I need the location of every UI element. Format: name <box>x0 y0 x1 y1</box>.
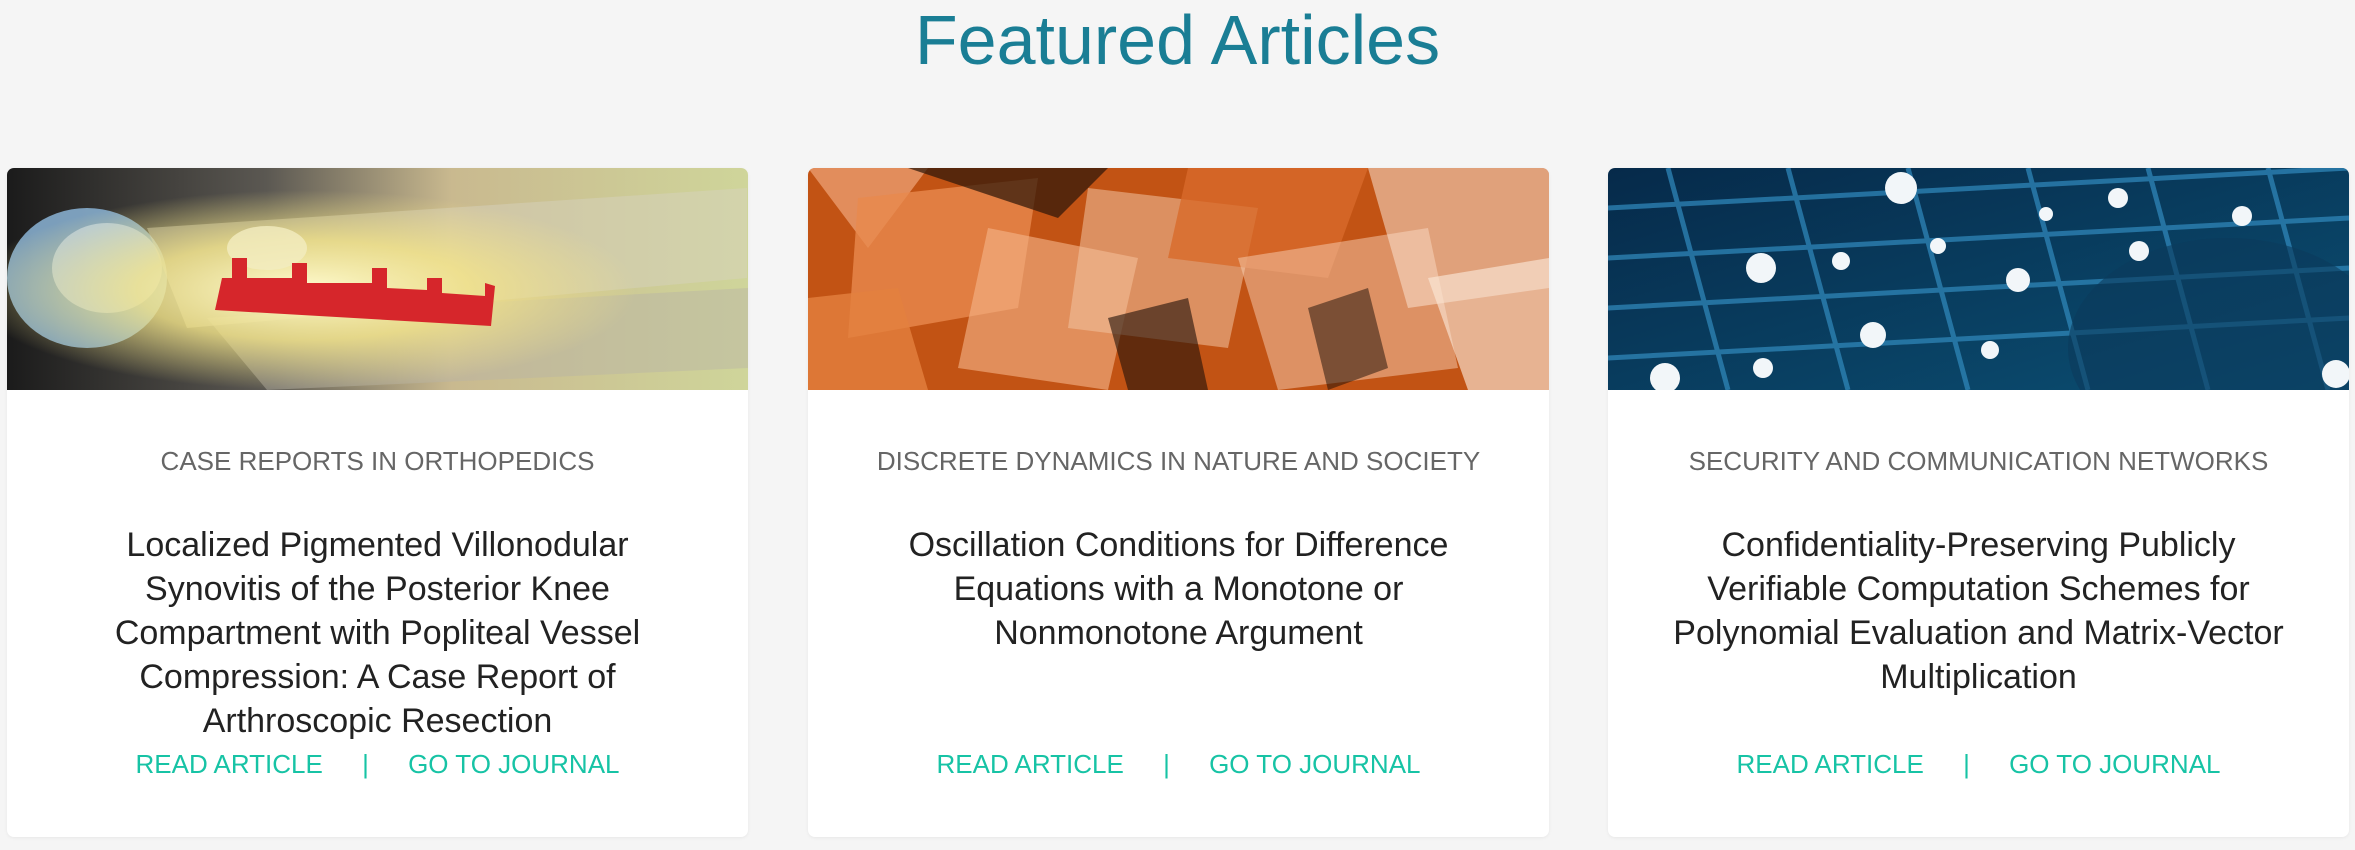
link-separator: | <box>1163 749 1170 779</box>
read-article-link[interactable]: READ ARTICLE <box>936 749 1123 779</box>
journal-name: CASE REPORTS IN ORTHOPEDICS <box>160 446 595 476</box>
article-card: DISCRETE DYNAMICS IN NATURE AND SOCIETY … <box>808 168 1549 837</box>
journal-name: DISCRETE DYNAMICS IN NATURE AND SOCIETY <box>876 446 1481 476</box>
card-actions: READ ARTICLE | GO TO JOURNAL <box>808 748 1549 780</box>
article-title[interactable]: Confidentiality-Preserving Publicly Veri… <box>1658 523 2299 699</box>
go-to-journal-link[interactable]: GO TO JOURNAL <box>1209 749 1420 779</box>
article-title[interactable]: Oscillation Conditions for Difference Eq… <box>858 523 1499 655</box>
section-title: Featured Articles <box>914 1 1441 79</box>
link-separator: | <box>362 749 369 779</box>
go-to-journal-link[interactable]: GO TO JOURNAL <box>408 749 619 779</box>
card-actions: READ ARTICLE | GO TO JOURNAL <box>7 748 748 780</box>
go-to-journal-link[interactable]: GO TO JOURNAL <box>2009 749 2220 779</box>
read-article-link[interactable]: READ ARTICLE <box>135 749 322 779</box>
journal-name: SECURITY AND COMMUNICATION NETWORKS <box>1688 446 2269 476</box>
card-actions: READ ARTICLE | GO TO JOURNAL <box>1608 748 2349 780</box>
article-title[interactable]: Localized Pigmented Villonodular Synovit… <box>57 523 698 743</box>
article-image-xray-hand[interactable] <box>7 168 748 390</box>
article-image-orange-crystals[interactable] <box>808 168 1549 390</box>
article-card: CASE REPORTS IN ORTHOPEDICS Localized Pi… <box>7 168 748 837</box>
article-card: SECURITY AND COMMUNICATION NETWORKS Conf… <box>1608 168 2349 837</box>
read-article-link[interactable]: READ ARTICLE <box>1736 749 1923 779</box>
article-image-blue-network[interactable] <box>1608 168 2349 390</box>
link-separator: | <box>1963 749 1970 779</box>
